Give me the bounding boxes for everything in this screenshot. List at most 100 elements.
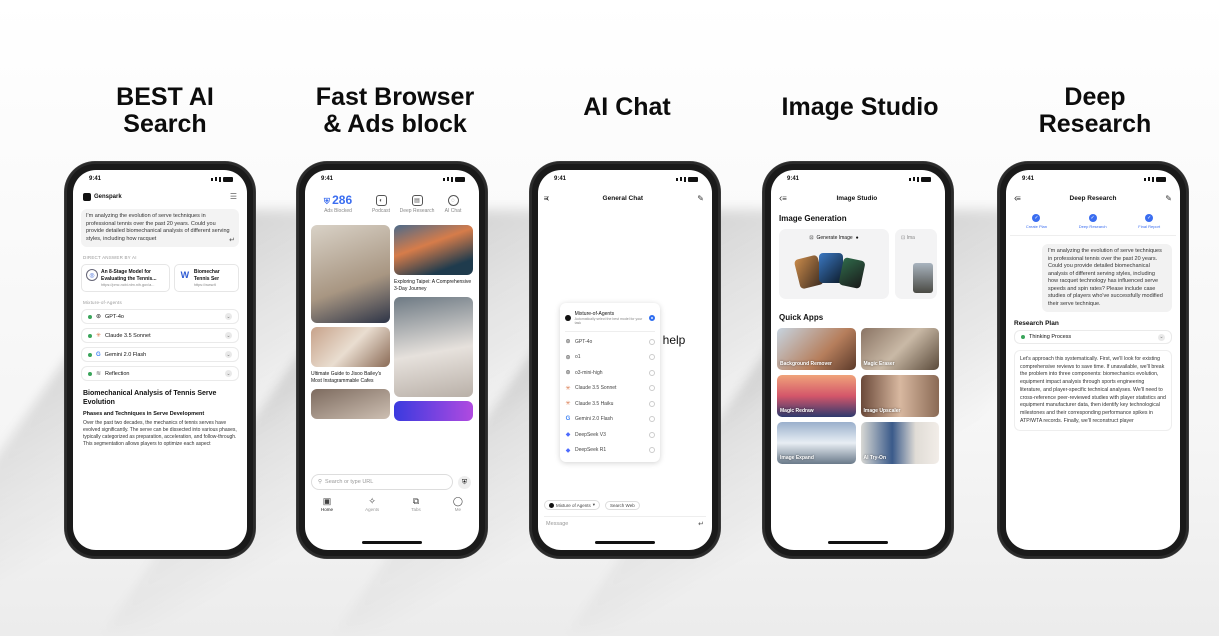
tab-agents[interactable]: ✧ Agents <box>365 496 379 512</box>
menu-item-model[interactable]: ⊛ o3-mini-high <box>560 365 660 381</box>
agents-label: Mixture-of-Agents <box>83 300 122 305</box>
answer-body: Over the past two decades, the mechanics… <box>83 420 237 447</box>
agent-row[interactable]: ⊛ GPT-4o ⌄ <box>81 309 239 324</box>
photo-woman-sitting[interactable] <box>311 225 390 323</box>
menu-icon[interactable]: ≡ <box>544 194 549 203</box>
status-icons <box>676 176 698 182</box>
source-card[interactable]: ◎ An 8-Stage Model for Evaluating the Te… <box>81 264 170 292</box>
status-dot-icon <box>1021 335 1025 339</box>
status-icons <box>443 176 465 182</box>
photo-woman-selfie[interactable] <box>311 389 390 419</box>
status-time: 9:41 <box>1022 176 1035 182</box>
status-icons <box>1144 176 1166 182</box>
shield-icon: ⛨ <box>461 478 468 486</box>
moa-icon <box>565 315 571 321</box>
thinking-process-row[interactable]: Thinking Process ⌄ <box>1014 330 1172 344</box>
agent-row[interactable]: ✳ Claude 3.5 Sonnet ⌄ <box>81 328 239 343</box>
menu-item-model[interactable]: ⊛ o1 <box>560 350 660 366</box>
google-icon: G <box>96 351 101 358</box>
home-indicator <box>828 541 888 544</box>
source-card[interactable]: W Biomechar Tennis Ser https://www.tl <box>173 264 239 292</box>
openai-icon: ⊛ <box>96 314 102 320</box>
app-magic-eraser[interactable]: Magic Eraser <box>860 328 939 370</box>
menu-item-moa[interactable]: Mixture-of-Agents Automatically select th… <box>560 307 660 329</box>
search-web-toggle[interactable]: Search Web <box>605 500 640 510</box>
tab-me[interactable]: ◯ Me <box>453 496 463 512</box>
edit-icon[interactable]: ✎ <box>1165 194 1172 203</box>
phone-research: 9:41 ‹ ≡ Deep Research ✎ ✓ Create Plan ✓ D… <box>998 162 1188 558</box>
chevron-down-icon: ⌄ <box>225 351 232 358</box>
answer-title: Biomechanical Analysis of Tennis Serve E… <box>83 390 217 406</box>
ads-blocked-counter: ⛨ 286 Ads Blocked <box>323 193 353 215</box>
agent-row[interactable]: G Gemini 2.0 Flash ⌄ <box>81 347 239 362</box>
status-dot-icon <box>88 333 92 338</box>
home-icon: ▣ <box>322 496 332 506</box>
search-icon: ⚲ <box>318 479 323 485</box>
photo-banner[interactable] <box>394 401 473 421</box>
app-logo: Genspark <box>83 192 122 201</box>
page-title: Deep Research <box>1069 194 1117 202</box>
genspark-logo-icon <box>83 192 91 201</box>
app-ai-try-on[interactable]: AI Try-On <box>860 422 939 464</box>
image-card-2[interactable]: ⊡ Ima <box>895 229 937 299</box>
heading-browser: Fast Browser & Ads block <box>315 83 475 138</box>
tab-home[interactable]: ▣ Home <box>321 496 333 512</box>
menu-item-model[interactable]: ✳ Claude 3.5 Haiku <box>560 396 660 412</box>
app-magic-redraw[interactable]: Magic Redraw <box>777 375 856 417</box>
agents-icon: ✧ <box>368 496 376 506</box>
model-menu: Mixture-of-Agents Automatically select th… <box>560 303 660 462</box>
phone-chat: 9:41 ‹ ≡ General Chat ✎ I help Mixture-o… <box>530 162 720 558</box>
answer-subtitle: Phases and Techniques in Serve Developme… <box>83 411 205 417</box>
menu-item-model[interactable]: ⊛ GPT-4o <box>560 334 660 350</box>
openai-icon: ⊛ <box>565 354 571 361</box>
app-image-upscaler[interactable]: Image Upscaler <box>860 375 939 417</box>
tab-tabs[interactable]: ⧉ Tabs <box>411 496 421 512</box>
app-image-expand[interactable]: Image Expand <box>777 422 856 464</box>
claude-icon: ✳ <box>565 385 571 392</box>
tool-deep-research[interactable]: ▤ Deep Research <box>399 195 435 215</box>
photo-woman-dress[interactable] <box>394 297 473 397</box>
status-time: 9:41 <box>321 176 334 182</box>
status-dot-icon <box>88 314 92 319</box>
menu-item-model[interactable]: G Gemini 2.0 Flash <box>560 412 660 428</box>
model-selector[interactable]: Mixture of Agents ▾ <box>544 500 601 510</box>
moa-icon <box>549 502 554 508</box>
menu-icon[interactable]: ≡ <box>1016 194 1021 203</box>
menu-item-model[interactable]: ✳ Claude 3.5 Sonnet <box>560 381 660 397</box>
edit-icon[interactable]: ✎ <box>697 194 704 203</box>
menu-icon[interactable]: ☰ <box>230 192 237 201</box>
agent-row[interactable]: ≋ Reflection ⌄ <box>81 366 239 381</box>
section-title: Research Plan <box>1014 320 1059 327</box>
tool-ai-chat[interactable]: ◌ AI Chat <box>435 195 471 215</box>
sparkle-icon: ● <box>855 235 859 241</box>
podcast-icon: ◐ <box>375 195 387 206</box>
return-icon[interactable]: ↵ <box>229 237 235 245</box>
w-logo-icon: W <box>180 270 190 280</box>
shield-button[interactable]: ⛨ <box>458 476 471 489</box>
message-input[interactable]: Message ↵ <box>544 516 706 531</box>
menu-icon[interactable]: ≡ <box>782 194 787 203</box>
chevron-down-icon: ▾ <box>592 502 596 507</box>
generate-image-card[interactable]: ⊡ Generate Image ● <box>779 229 889 299</box>
check-icon: ✓ <box>1088 214 1097 222</box>
check-icon: ✓ <box>1032 214 1041 222</box>
tool-podcast[interactable]: ◐ Podcast <box>363 195 399 215</box>
home-indicator <box>595 541 655 544</box>
menu-item-model[interactable]: ◆ DeepSeek V3 <box>560 427 660 443</box>
app-background-remover[interactable]: Background Remover <box>777 328 856 370</box>
photo-cafe[interactable] <box>311 327 390 367</box>
home-indicator <box>362 541 422 544</box>
chevron-down-icon: ⌄ <box>1158 333 1165 341</box>
heading-chat: AI Chat <box>583 93 671 121</box>
search-input[interactable]: ⚲ Search or type URL <box>311 474 453 490</box>
send-icon[interactable]: ↵ <box>698 520 704 528</box>
reflection-icon: ≋ <box>96 371 102 377</box>
phone-browser: 9:41 ⛨ 286 Ads Blocked ◐ Podcast ▤ Deep Re… <box>297 162 487 558</box>
step: ✓ Final Report <box>1138 214 1161 229</box>
photo-taipei[interactable] <box>394 225 473 275</box>
claude-icon: ✳ <box>565 401 571 408</box>
research-icon: ▤ <box>411 195 423 206</box>
progress-steps: ✓ Create Plan ✓ Deep Research ✓ Final Repor… <box>1010 214 1176 236</box>
chevron-down-icon: ⌄ <box>225 313 232 320</box>
menu-item-model[interactable]: ◆ DeepSeek R1 <box>560 443 660 459</box>
